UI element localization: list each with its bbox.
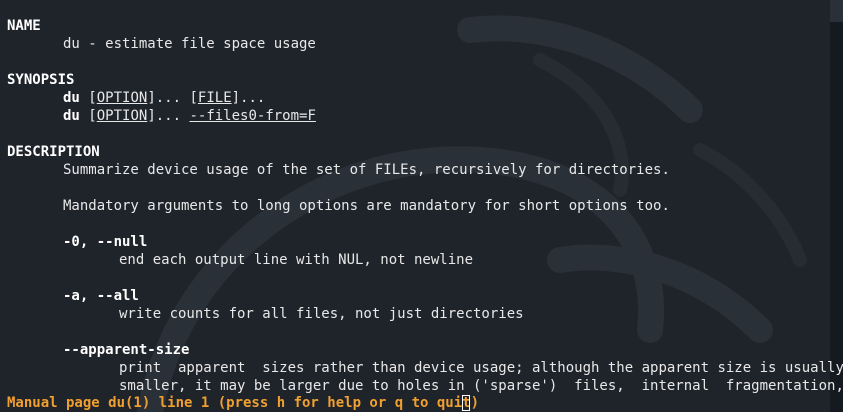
scrollbar-thumb[interactable]: [830, 0, 843, 22]
scrollbar-track[interactable]: [830, 0, 843, 412]
option-desc-null: end each output line with NUL, not newli…: [119, 252, 474, 268]
synopsis-option: OPTION: [96, 108, 148, 124]
section-header-synopsis: SYNOPSIS: [7, 72, 75, 88]
option-desc-apparent-size-cont: smaller, it may be larger due to holes i…: [119, 378, 843, 394]
synopsis-bracket: [: [88, 108, 97, 124]
option-flag-null: -0, --null: [63, 234, 148, 250]
option-desc-all: write counts for all files, not just dir…: [119, 306, 524, 322]
option-flag-apparent-size: --apparent-size: [63, 342, 190, 358]
synopsis-arg: --files0-from=F: [189, 108, 316, 124]
synopsis-line-2: du [OPTION]... --files0-from=F: [63, 107, 316, 125]
option-desc-apparent-size: print apparent sizes rather than device …: [119, 360, 843, 376]
synopsis-bracket: ]...: [147, 90, 190, 106]
synopsis-command: du: [63, 108, 80, 124]
description-paragraph-1: Summarize device usage of the set of FIL…: [63, 162, 670, 178]
synopsis-arg: FILE: [197, 90, 232, 106]
synopsis-line-1: du [OPTION]... [FILE]...: [63, 89, 265, 107]
terminal-window[interactable]: NAME du - estimate file space usage SYNO…: [0, 0, 843, 412]
synopsis-command: du: [63, 90, 80, 106]
option-flag-all: -a, --all: [63, 288, 139, 304]
synopsis-option: OPTION: [96, 90, 148, 106]
name-description: du - estimate file space usage: [63, 36, 316, 52]
synopsis-bracket: [: [88, 90, 97, 106]
description-paragraph-2: Mandatory arguments to long options are …: [63, 198, 670, 214]
synopsis-bracket: ]...: [147, 108, 190, 124]
synopsis-bracket: [: [189, 90, 198, 106]
section-header-name: NAME: [7, 18, 41, 34]
text-cursor[interactable]: [462, 395, 470, 411]
pager-status-line: Manual page du(1) line 1 (press h for he…: [7, 395, 480, 411]
synopsis-bracket: ]...: [231, 90, 266, 106]
section-header-description: DESCRIPTION: [7, 144, 100, 160]
